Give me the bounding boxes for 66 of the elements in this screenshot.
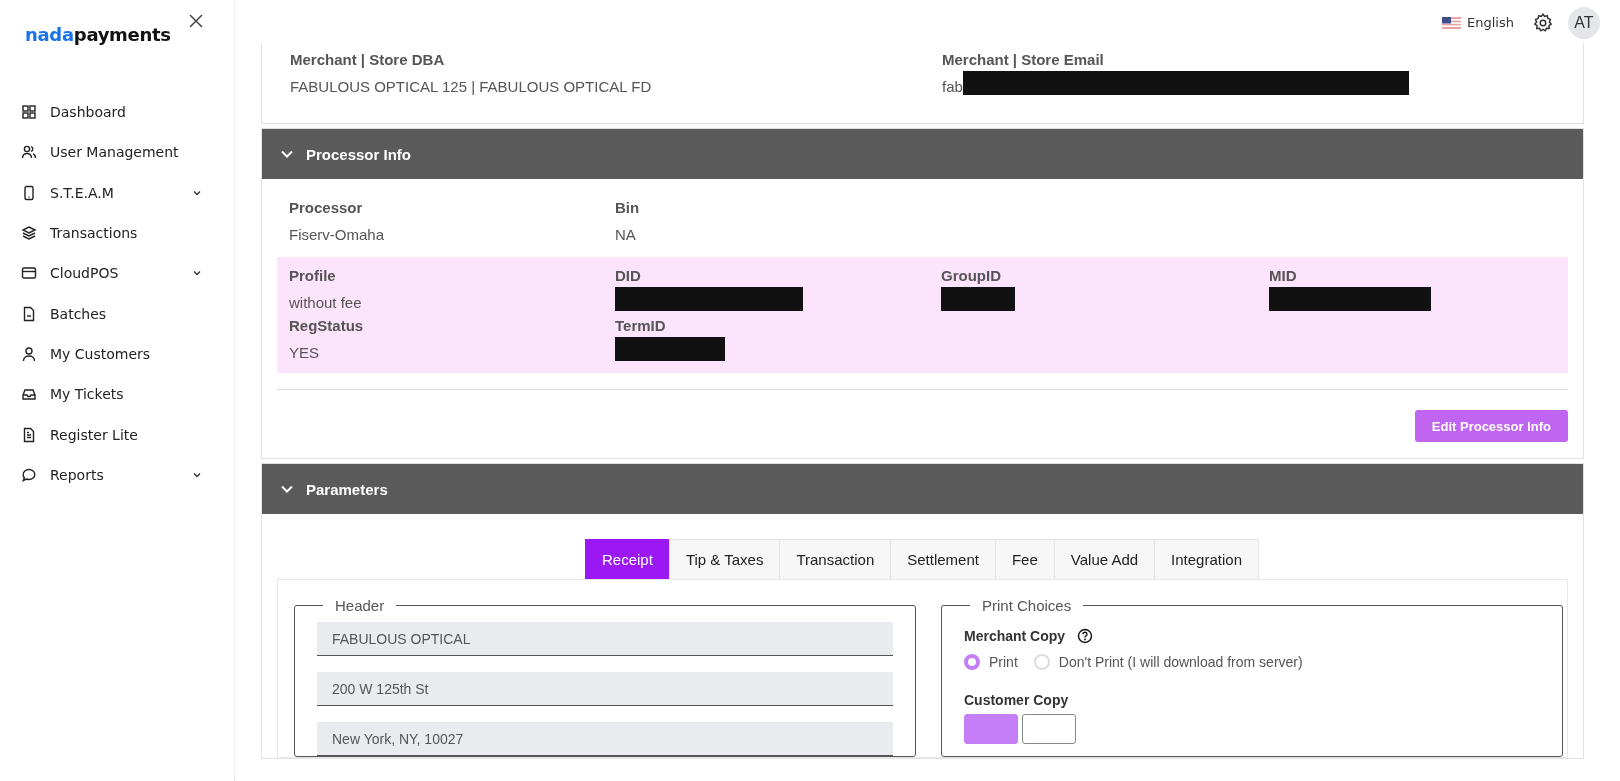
section-header[interactable]: Parameters [262, 464, 1583, 514]
radio-button[interactable] [964, 654, 980, 670]
sidebar-item[interactable]: Register Lite [0, 414, 234, 455]
field-value: FABULOUS OPTICAL 125 | FABULOUS OPTICAL FD [290, 78, 652, 95]
field-label: Processor [289, 199, 364, 216]
tab[interactable]: Fee [994, 539, 1055, 579]
toggle-button[interactable] [1022, 714, 1076, 744]
option-label: Merchant Copy [964, 628, 1066, 644]
document-icon [21, 426, 37, 443]
sidebar-item[interactable]: My Tickets [0, 374, 234, 415]
sidebar-item[interactable]: Dashboard [0, 92, 234, 133]
file-icon [21, 305, 37, 322]
field-value: without fee [289, 294, 362, 311]
field-label: RegStatus [289, 317, 365, 334]
tab[interactable]: Receipt [585, 539, 670, 579]
radio-option[interactable]: Don't Print (I will download from server) [1033, 654, 1303, 670]
grid-icon [21, 104, 37, 121]
close-icon[interactable] [189, 14, 203, 28]
fieldset-legend: Print Choices [970, 597, 1084, 614]
chat-icon [21, 466, 37, 483]
settings-icon[interactable] [1532, 11, 1554, 34]
tab[interactable]: Transaction [779, 539, 892, 579]
field-value: fab [942, 78, 963, 95]
field-label: MID [1269, 267, 1298, 284]
field-label: TermID [615, 317, 667, 334]
field-label: DID [615, 267, 642, 284]
tab[interactable]: Tip & Taxes [668, 539, 781, 579]
fieldset-legend: Header [323, 597, 397, 614]
user-icon [21, 345, 37, 362]
section-title: Parameters [306, 480, 388, 498]
inbox-icon [21, 386, 37, 403]
tab[interactable]: Settlement [890, 539, 996, 579]
sidebar-item[interactable]: My Customers [0, 333, 234, 375]
field-label: Merchant | Store DBA [290, 51, 446, 68]
language-selector[interactable]: English [1467, 15, 1514, 30]
input-field[interactable]: FABULOUS OPTICAL [317, 622, 893, 656]
field-value: YES [289, 344, 319, 361]
logo: nadapayments [25, 24, 171, 45]
field-value: NA [615, 226, 636, 243]
sidebar-item[interactable]: S.T.E.A.M [0, 172, 234, 213]
user-avatar[interactable]: AT [1568, 6, 1600, 39]
sidebar-item[interactable]: Reports [0, 454, 234, 495]
section-header[interactable]: Processor Info [262, 129, 1583, 179]
help-icon[interactable] [1077, 628, 1094, 644]
flag-icon [1442, 16, 1462, 29]
field-value: Fiserv-Omaha [289, 226, 385, 243]
field-label: Profile [289, 267, 337, 284]
field-label: Merchant | Store Email [942, 51, 1105, 68]
radio-option[interactable]: Print [964, 654, 1018, 670]
input-field[interactable]: 200 W 125th St [317, 672, 893, 706]
sidebar-item[interactable]: CloudPOS [0, 253, 234, 294]
layers-icon [21, 225, 37, 242]
card-icon [21, 265, 37, 282]
tab[interactable]: Integration [1154, 539, 1259, 579]
field-label: GroupID [941, 267, 1002, 284]
field-label: Bin [615, 199, 641, 216]
toggle-button[interactable] [964, 714, 1018, 744]
sidebar-item[interactable]: User Management [0, 132, 234, 173]
tab[interactable]: Value Add [1053, 539, 1156, 579]
sidebar-item[interactable]: Transactions [0, 212, 234, 254]
section-title: Processor Info [306, 145, 412, 163]
sidebar-item[interactable]: Batches [0, 293, 234, 334]
users-icon [21, 144, 37, 161]
option-label: Customer Copy [964, 692, 1070, 708]
input-field[interactable]: New York, NY, 10027 [317, 722, 893, 756]
phone-icon [21, 184, 37, 201]
